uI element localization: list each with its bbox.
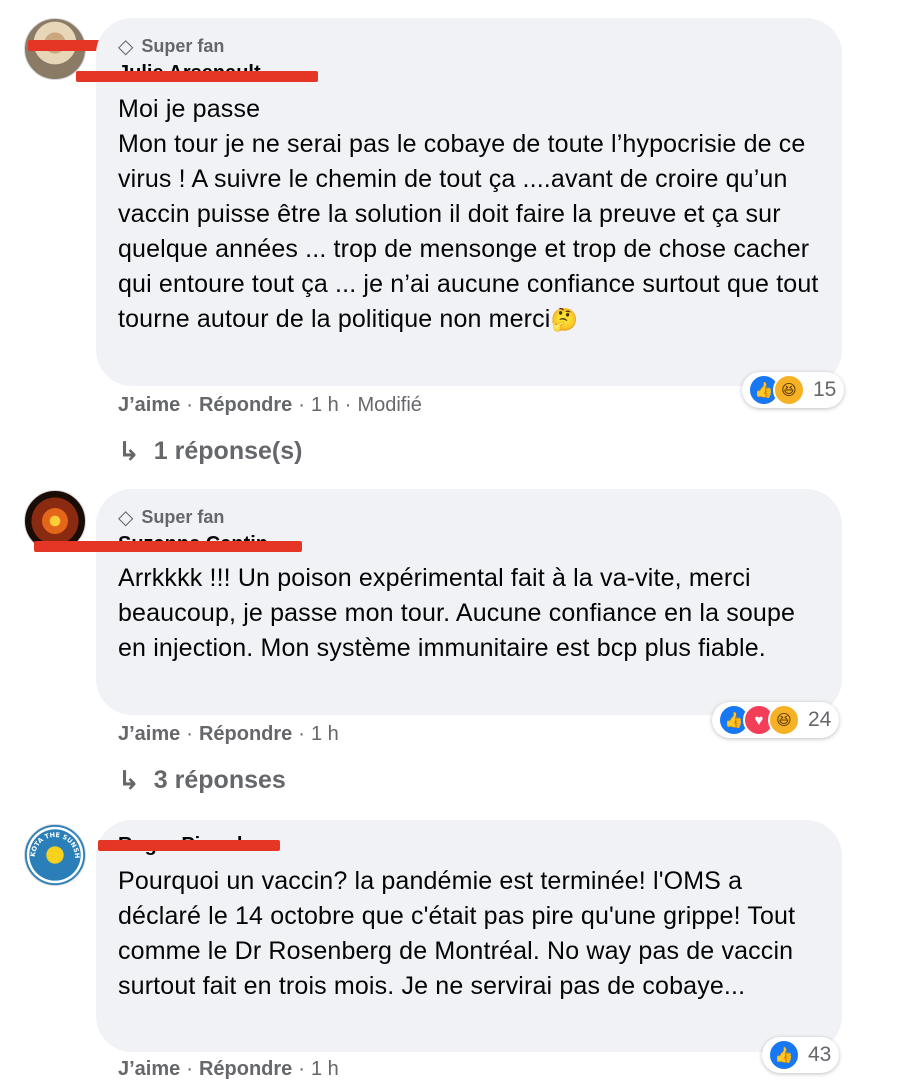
diamond-icon: ◇: [118, 36, 134, 58]
view-replies-link[interactable]: ↳ 1 réponse(s): [118, 436, 302, 467]
reaction-count: 24: [808, 708, 832, 731]
redaction-bar: [76, 71, 318, 82]
comment-text: Arrkkkk !!! Un poison expérimental fait …: [118, 564, 796, 662]
timestamp[interactable]: 1 h: [311, 1058, 339, 1081]
view-replies-link[interactable]: ↳ 3 réponses: [118, 765, 286, 796]
separator: ·: [344, 394, 352, 416]
reaction-count: 15: [813, 378, 837, 401]
badge-label: Super fan: [141, 507, 225, 527]
thinking-face-emoji: 🤔: [550, 307, 579, 332]
reply-arrow-icon: ↳: [118, 765, 140, 795]
like-button[interactable]: J’aime: [118, 394, 180, 417]
comment-actions: J’aime · Répondre · 1 h: [118, 1058, 339, 1081]
reactions-summary[interactable]: 👍 43: [762, 1037, 840, 1073]
badge-label: Super fan: [141, 36, 225, 56]
separator: ·: [186, 394, 193, 416]
comment-actions: J’aime · Répondre · 1 h · Modifié: [118, 394, 422, 417]
timestamp[interactable]: 1 h: [311, 394, 339, 417]
replies-label: 1 réponse(s): [153, 437, 303, 465]
redaction-bar: [28, 40, 106, 51]
comment-actions: J’aime · Répondre · 1 h: [118, 723, 339, 746]
comment-text: Pourquoi un vaccin? la pandémie est term…: [118, 867, 796, 1000]
like-button[interactable]: J’aime: [118, 1058, 180, 1081]
reply-button[interactable]: Répondre: [199, 1058, 292, 1081]
south-dakota-logo-icon: SOUTH DAKOTA THE SUNSHINE STATE: [25, 825, 81, 859]
separator: ·: [298, 1058, 305, 1080]
separator: ·: [298, 723, 305, 745]
reactions-summary[interactable]: 👍 😆 15: [742, 372, 845, 408]
like-reaction-icon: 👍: [768, 1039, 800, 1071]
redaction-bar: [34, 541, 302, 552]
reactions-summary[interactable]: 👍 ♥ 😆 24: [712, 702, 840, 738]
haha-reaction-icon: 😆: [768, 704, 800, 736]
reaction-count: 43: [808, 1043, 832, 1066]
reply-button[interactable]: Répondre: [199, 723, 292, 746]
comment-bubble: ◇ Super fan Suzanne Cantin Arrkkkk !!! U…: [96, 489, 842, 715]
redaction-bar: [98, 840, 280, 851]
like-button[interactable]: J’aime: [118, 723, 180, 746]
separator: ·: [298, 394, 305, 416]
reply-arrow-icon: ↳: [118, 436, 140, 466]
diamond-icon: ◇: [118, 507, 134, 529]
separator: ·: [186, 1058, 193, 1080]
reply-button[interactable]: Répondre: [199, 394, 292, 417]
comment-text: Moi je passe Mon tour je ne serai pas le…: [118, 95, 819, 333]
comment-bubble: Roger Picard Pourquoi un vaccin? la pand…: [96, 820, 842, 1052]
super-fan-badge: ◇ Super fan: [118, 505, 224, 530]
haha-reaction-icon: 😆: [773, 374, 805, 406]
super-fan-badge: ◇ Super fan: [118, 34, 224, 59]
edited-label: Modifié: [357, 394, 422, 416]
avatar[interactable]: SOUTH DAKOTA THE SUNSHINE STATE: [24, 824, 86, 886]
svg-text:SOUTH DAKOTA THE SUNSHINE STAT: SOUTH DAKOTA THE SUNSHINE STATE: [25, 825, 81, 859]
timestamp[interactable]: 1 h: [311, 723, 339, 746]
replies-label: 3 réponses: [153, 766, 286, 794]
separator: ·: [186, 723, 193, 745]
